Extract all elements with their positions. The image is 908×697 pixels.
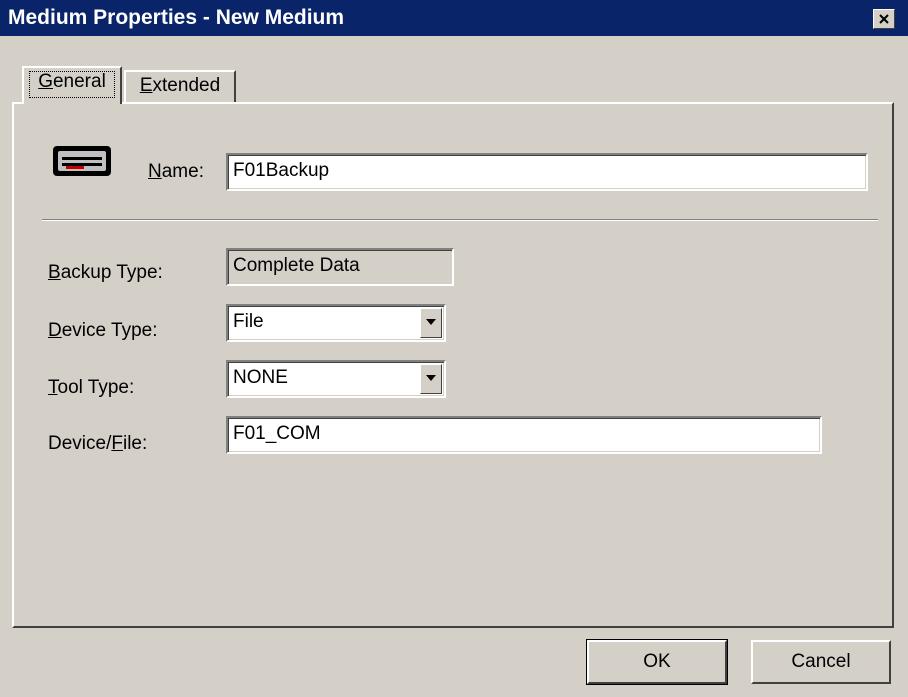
close-button[interactable] — [873, 9, 895, 29]
tab-extended[interactable]: Extended — [124, 70, 236, 104]
tab-general[interactable]: General — [22, 66, 122, 104]
backup-type-label: Backup Type: — [48, 262, 163, 283]
tape-medium-icon — [53, 146, 111, 176]
name-field[interactable]: F01Backup — [226, 153, 868, 191]
tab-general-label: General — [38, 71, 106, 92]
device-type-select[interactable]: File — [226, 304, 446, 342]
chevron-down-icon — [426, 375, 436, 381]
cancel-button[interactable]: Cancel — [751, 640, 891, 684]
backup-type-value: Complete Data — [226, 248, 454, 286]
tool-type-label: Tool Type: — [48, 377, 135, 398]
device-file-label: Device/File: — [48, 433, 148, 454]
tool-type-select[interactable]: NONE — [226, 360, 446, 398]
ok-button[interactable]: OK — [586, 639, 728, 685]
medium-properties-dialog: Medium Properties - New Medium General E… — [0, 0, 908, 697]
device-type-dropdown-button[interactable] — [420, 308, 442, 338]
tool-type-dropdown-button[interactable] — [420, 364, 442, 394]
tool-type-value: NONE — [233, 367, 288, 388]
device-type-value: File — [233, 311, 264, 332]
tab-extended-label: Extended — [139, 75, 221, 96]
name-label: Name: — [148, 161, 204, 182]
separator — [42, 219, 878, 221]
close-icon — [879, 14, 889, 24]
device-type-label: Device Type: — [48, 320, 158, 341]
title-bar[interactable]: Medium Properties - New Medium — [0, 0, 908, 36]
device-file-field[interactable]: F01_COM — [226, 416, 822, 454]
chevron-down-icon — [426, 319, 436, 325]
window-title: Medium Properties - New Medium — [8, 6, 345, 29]
